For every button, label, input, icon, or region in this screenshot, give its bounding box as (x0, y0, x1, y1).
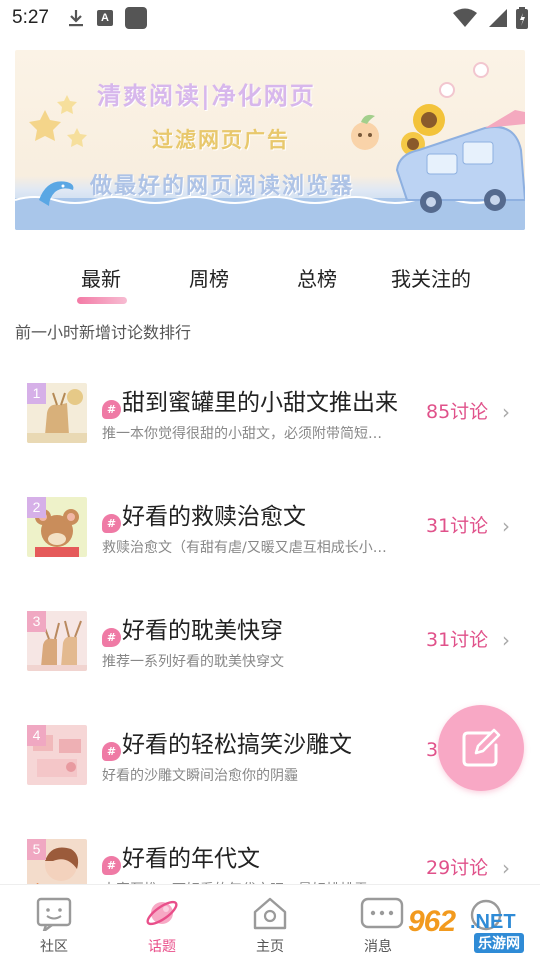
signal-icon (489, 9, 507, 27)
watermark-domain: .NET (470, 911, 516, 933)
home-icon (253, 897, 287, 930)
compose-button[interactable] (438, 705, 524, 791)
rank-badge: 3 (27, 611, 46, 632)
status-time: 5:27 (12, 7, 49, 28)
watermark-site-name: 乐游网 (474, 933, 524, 953)
topic-row[interactable]: 2 # 好看的救赎治愈文 救赎治愈文（有甜有虐/又暖又虐互相成长小… 31讨论 … (0, 497, 540, 597)
topic-title: 甜到蜜罐里的小甜文推出来 (122, 390, 398, 416)
topic-row[interactable]: 3 # 好看的耽美快穿 推荐一系列好看的耽美快穿文 31讨论 › (0, 611, 540, 711)
tab-following[interactable]: 我关注的 (391, 263, 471, 292)
discussion-count: 85讨论 (426, 401, 489, 423)
chevron-right-icon: › (502, 514, 510, 538)
community-icon (36, 897, 72, 931)
watermark-number: 962 (408, 905, 456, 938)
banner-subheadline: 过滤网页广告 (152, 127, 290, 152)
nav-label: 话题 (148, 939, 176, 955)
topic-description: 救赎治愈文（有甜有虐/又暖又虐互相成长小… (102, 540, 387, 556)
rank-badge: 2 (27, 497, 46, 518)
tab-latest[interactable]: 最新 (81, 263, 121, 292)
topic-title: 好看的轻松搞笑沙雕文 (122, 732, 352, 758)
a-badge-icon: A (96, 10, 113, 26)
status-notification-icons: A (67, 7, 147, 29)
hashtag-icon: # (102, 400, 121, 419)
wifi-icon (453, 8, 477, 27)
tab-active-indicator (77, 297, 127, 304)
status-system-icons (452, 7, 528, 29)
app-notification-icon (124, 7, 147, 29)
discussion-count: 31讨论 (426, 515, 489, 537)
topic-title: 好看的年代文 (122, 846, 260, 872)
discussion-count: 31讨论 (426, 629, 489, 651)
hashtag-icon: # (102, 514, 121, 533)
hashtag-icon: # (102, 628, 121, 647)
topic-description: 好看的沙雕文瞬间治愈你的阴霾 (102, 768, 298, 784)
message-icon (360, 897, 404, 929)
chevron-right-icon: › (502, 400, 510, 424)
topic-tabs: 最新 周榜 总榜 我关注的 (0, 255, 540, 305)
rank-badge: 5 (27, 839, 46, 860)
topic-row[interactable]: 1 # 甜到蜜罐里的小甜文推出来 推一本你觉得很甜的小甜文，必须附带简短… 85… (0, 383, 540, 483)
hashtag-icon: # (102, 856, 121, 875)
rank-badge: 4 (27, 725, 46, 746)
battery-icon (516, 7, 528, 29)
status-bar: 5:27 A (0, 0, 540, 36)
tab-all-time[interactable]: 总榜 (297, 263, 337, 292)
promo-banner[interactable]: 清爽阅读|净化网页 过滤网页广告 做最好的网页阅读浏览器 (15, 50, 525, 230)
site-watermark: 962 .NET 乐游网 (402, 905, 532, 953)
banner-tagline: 做最好的网页阅读浏览器 (90, 173, 355, 199)
chevron-right-icon: › (502, 856, 510, 880)
topic-description: 推一本你觉得很甜的小甜文，必须附带简短… (102, 426, 382, 442)
nav-home[interactable]: 主页 (230, 885, 310, 960)
edit-icon (462, 728, 501, 767)
discussion-count: 3 (426, 739, 439, 761)
nav-community[interactable]: 社区 (14, 885, 94, 960)
hashtag-icon: # (102, 742, 121, 761)
nav-label: 社区 (40, 939, 68, 955)
topic-title: 好看的救赎治愈文 (122, 504, 306, 530)
planet-icon (146, 900, 178, 926)
discussion-count: 29讨论 (426, 857, 489, 879)
chevron-right-icon: › (502, 628, 510, 652)
topic-description: 推荐一系列好看的耽美快穿文 (102, 654, 284, 670)
download-icon (68, 10, 83, 27)
tab-weekly[interactable]: 周榜 (189, 263, 229, 292)
nav-topics[interactable]: 话题 (122, 885, 202, 960)
banner-headline: 清爽阅读|净化网页 (97, 81, 316, 110)
rank-badge: 1 (27, 383, 46, 404)
nav-label: 主页 (256, 939, 284, 955)
topic-title: 好看的耽美快穿 (122, 618, 283, 644)
ranking-subtitle: 前一小时新增讨论数排行 (15, 323, 192, 342)
